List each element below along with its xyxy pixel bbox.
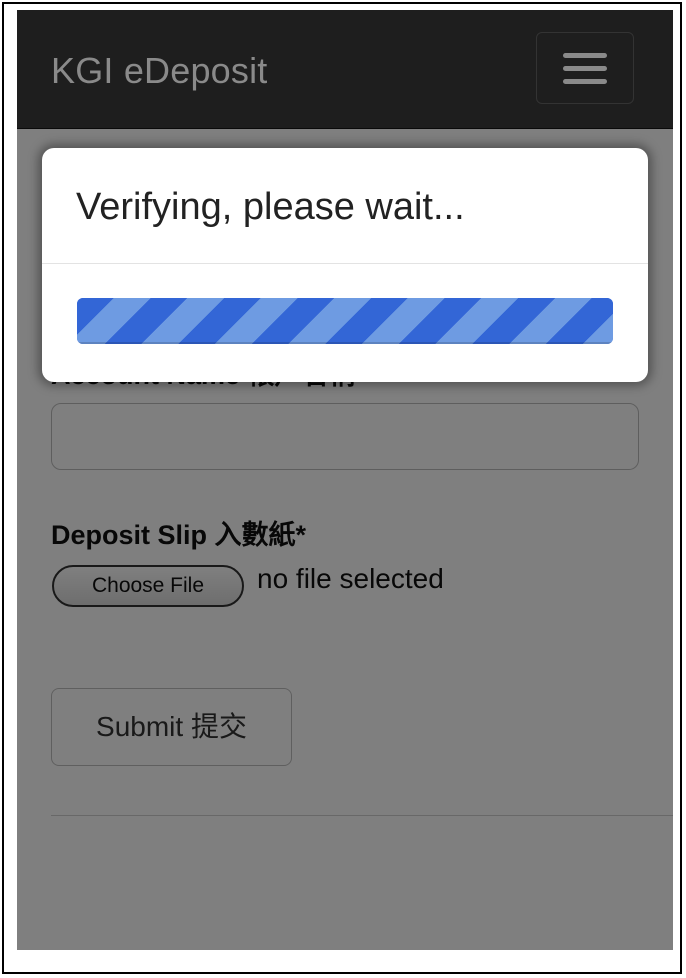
brand-title[interactable]: KGI eDeposit: [51, 50, 268, 92]
verifying-modal: Verifying, please wait...: [42, 148, 648, 382]
browser-viewport: KGI eDeposit Account Name 帳戶名稱* Deposit …: [17, 10, 673, 950]
progress-fill: [77, 298, 613, 344]
progress-bar: [77, 298, 613, 344]
device-frame: KGI eDeposit Account Name 帳戶名稱* Deposit …: [2, 2, 682, 974]
modal-divider: [42, 263, 648, 264]
menu-toggle-button[interactable]: [536, 32, 634, 104]
modal-title: Verifying, please wait...: [76, 186, 465, 228]
top-navbar: KGI eDeposit: [17, 10, 673, 129]
